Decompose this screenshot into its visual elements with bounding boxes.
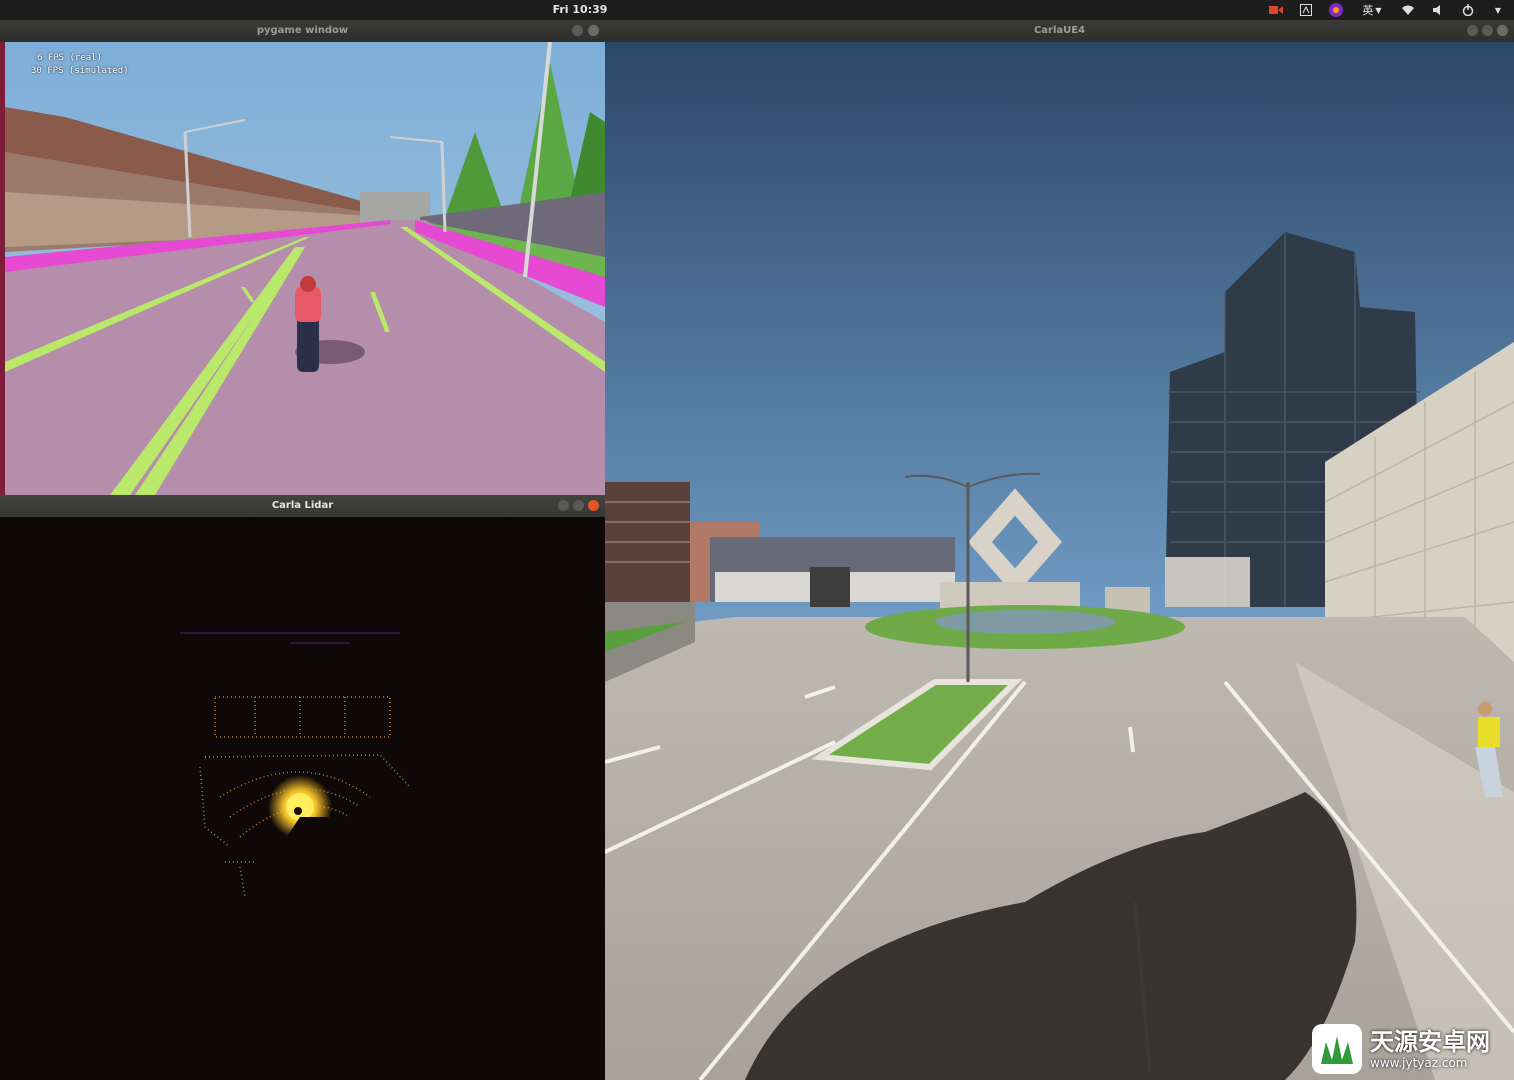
close-icon[interactable] — [588, 25, 599, 36]
close-icon[interactable] — [1497, 25, 1508, 36]
fps-hud: 6 FPS (real) 30 FPS (simulated) — [31, 52, 129, 78]
minimize-icon[interactable] — [558, 500, 569, 511]
watermark: 天源安卓网 www.jytyaz.com — [1312, 1022, 1512, 1076]
close-icon[interactable] — [588, 500, 599, 511]
minimize-icon[interactable] — [572, 25, 583, 36]
clock[interactable]: Fri 10:39 — [0, 3, 1160, 16]
top-panel: Fri 10:39 英 ▼ ▼ — [0, 0, 1514, 20]
pygame-window: pygame window 6 FPS (real) 30 FPS (simul… — [0, 20, 605, 495]
watermark-url: www.jytyaz.com — [1370, 1056, 1468, 1070]
window-title: pygame window — [256, 25, 349, 36]
window-title: Carla Lidar — [271, 500, 334, 511]
lidar-viewport[interactable] — [0, 517, 605, 1080]
fps-simulated: 30 FPS (simulated) — [31, 66, 129, 76]
volume-icon[interactable] — [1430, 3, 1446, 17]
lidar-titlebar[interactable]: Carla Lidar — [0, 495, 605, 517]
lidar-point-cloud — [180, 632, 411, 898]
record-icon[interactable] — [1268, 3, 1284, 17]
fps-real: 6 FPS (real) — [37, 53, 103, 63]
segmentation-camera-view — [5, 42, 605, 495]
minimize-icon[interactable] — [1467, 25, 1478, 36]
input-method[interactable]: 英 ▼ — [1358, 3, 1386, 17]
window-title: CarlaUE4 — [1033, 25, 1086, 36]
maximize-icon[interactable] — [1482, 25, 1493, 36]
input-method-label: 英 — [1362, 4, 1374, 17]
chevron-down-icon[interactable]: ▼ — [1490, 3, 1506, 17]
wifi-icon[interactable] — [1400, 3, 1416, 17]
chevron-down-icon: ▼ — [1375, 5, 1382, 15]
watermark-logo-icon — [1312, 1024, 1362, 1074]
carla-titlebar[interactable]: CarlaUE4 — [605, 20, 1514, 42]
app-indicator-icon[interactable] — [1328, 3, 1344, 17]
watermark-title: 天源安卓网 — [1370, 1028, 1490, 1056]
watermark-text-group: 天源安卓网 www.jytyaz.com — [1370, 1028, 1490, 1070]
carla-ue4-window: CarlaUE4 — [605, 20, 1514, 1080]
system-tray: 英 ▼ ▼ — [1268, 2, 1506, 18]
carla-viewport[interactable] — [605, 42, 1514, 1080]
lidar-window: Carla Lidar — [0, 495, 605, 1080]
pygame-viewport[interactable]: 6 FPS (real) 30 FPS (simulated) — [0, 42, 605, 495]
pygame-titlebar[interactable]: pygame window — [0, 20, 605, 42]
spectator-camera-view — [605, 42, 1514, 1080]
power-icon[interactable] — [1460, 3, 1476, 17]
maximize-icon[interactable] — [573, 500, 584, 511]
accessibility-icon[interactable] — [1298, 3, 1314, 17]
